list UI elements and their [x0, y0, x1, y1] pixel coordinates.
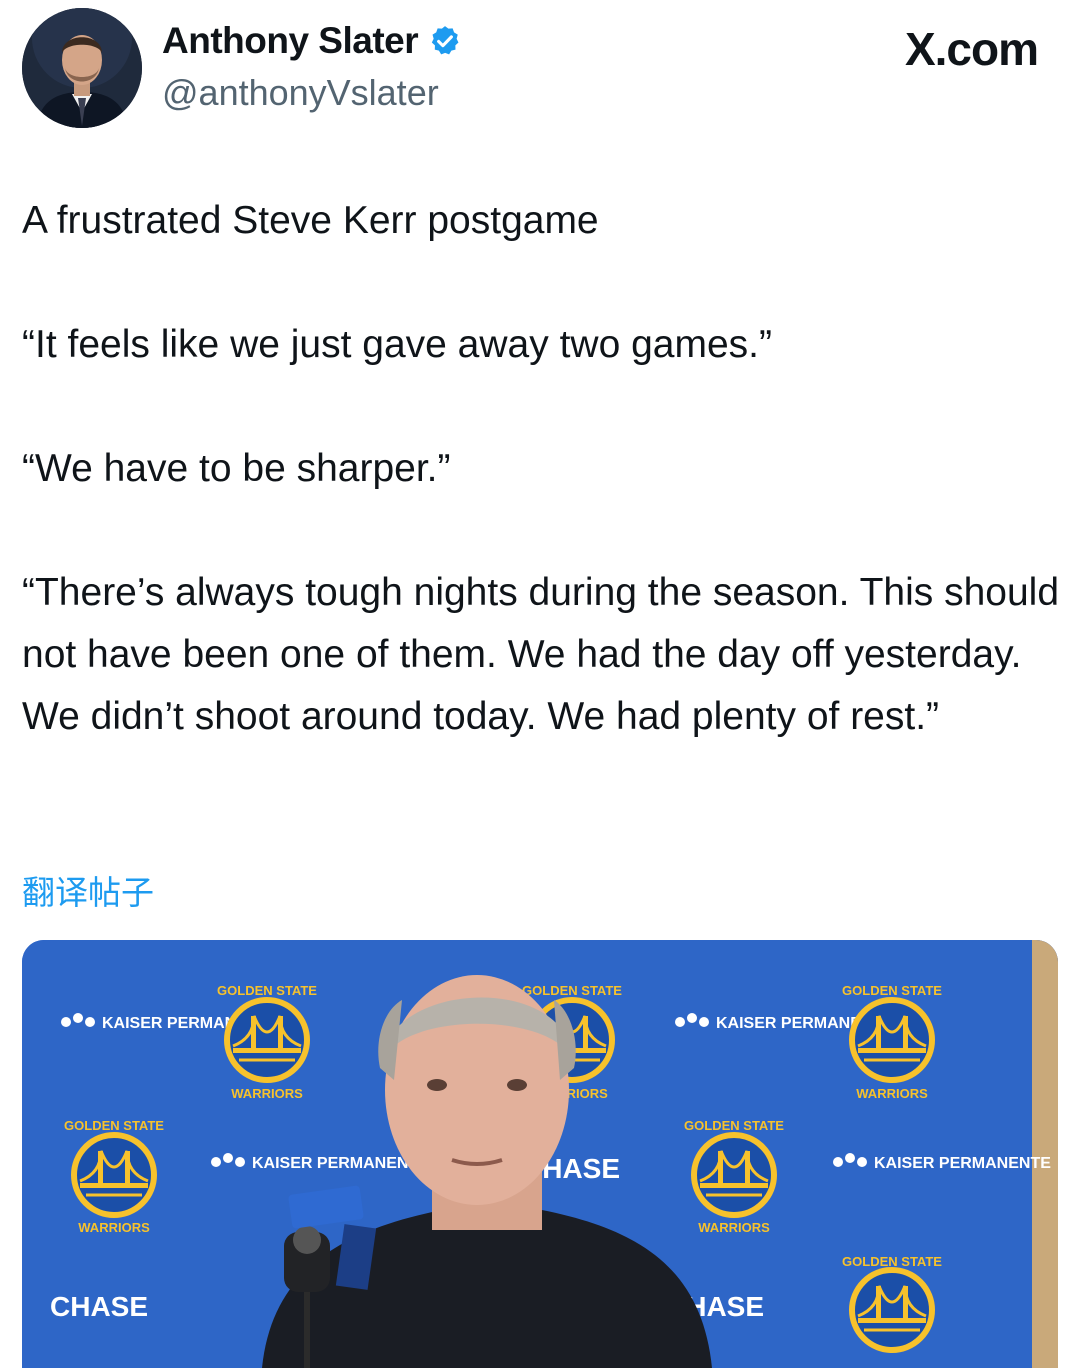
warriors-logo-icon	[227, 1000, 307, 1080]
author-avatar[interactable]	[22, 8, 142, 128]
backdrop-team-text: WARRIORS	[78, 1220, 150, 1235]
profile-photo-icon	[22, 8, 142, 128]
backdrop-team-text: GOLDEN STATE	[217, 983, 317, 998]
tweet-paragraph: A frustrated Steve Kerr postgame	[22, 199, 599, 242]
warriors-logo-icon	[852, 1000, 932, 1080]
backdrop-team-text: GOLDEN STATE	[64, 1118, 164, 1133]
backdrop-sponsor-text: CHASE	[50, 1291, 148, 1322]
tweet-paragraph: “We have to be sharper.”	[22, 447, 451, 490]
warriors-logo-icon	[74, 1135, 154, 1215]
backdrop-team-text: WARRIORS	[856, 1086, 928, 1101]
backdrop-sponsor-text: KAISER PERMANENTE	[874, 1155, 1051, 1172]
tweet-header: Anthony Slater @anthonyVslater X.com	[22, 8, 1058, 128]
translate-post-link[interactable]: 翻译帖子	[22, 866, 154, 914]
backdrop-team-text: GOLDEN STATE	[842, 1254, 942, 1269]
backdrop-team-text: WARRIORS	[698, 1220, 770, 1235]
tweet-paragraph: “It feels like we just gave away two gam…	[22, 323, 772, 366]
site-label: X.com	[904, 23, 1039, 75]
tweet-media-video[interactable]: KAISER PERMANENTE KAISER PERMANENTE KAIS…	[22, 940, 1058, 1368]
author-name[interactable]: Anthony Slater	[162, 20, 419, 62]
warriors-logo-icon	[852, 1270, 932, 1350]
author-name-row: Anthony Slater	[162, 20, 462, 62]
verified-badge-icon	[431, 26, 459, 55]
warriors-logo-icon	[694, 1135, 774, 1215]
backdrop-team-text: GOLDEN STATE	[842, 983, 942, 998]
backdrop-team-text: GOLDEN STATE	[522, 983, 622, 998]
tweet-paragraph: “There’s always tough nights during the …	[22, 571, 1060, 738]
author-handle[interactable]: @anthonyVslater	[162, 72, 439, 114]
backdrop-team-text: WARRIORS	[231, 1086, 303, 1101]
tweet-text: A frustrated Steve Kerr postgame “It fee…	[22, 190, 1062, 748]
backdrop-team-text: GOLDEN STATE	[684, 1118, 784, 1133]
press-conference-image: KAISER PERMANENTE KAISER PERMANENTE KAIS…	[22, 940, 1058, 1368]
